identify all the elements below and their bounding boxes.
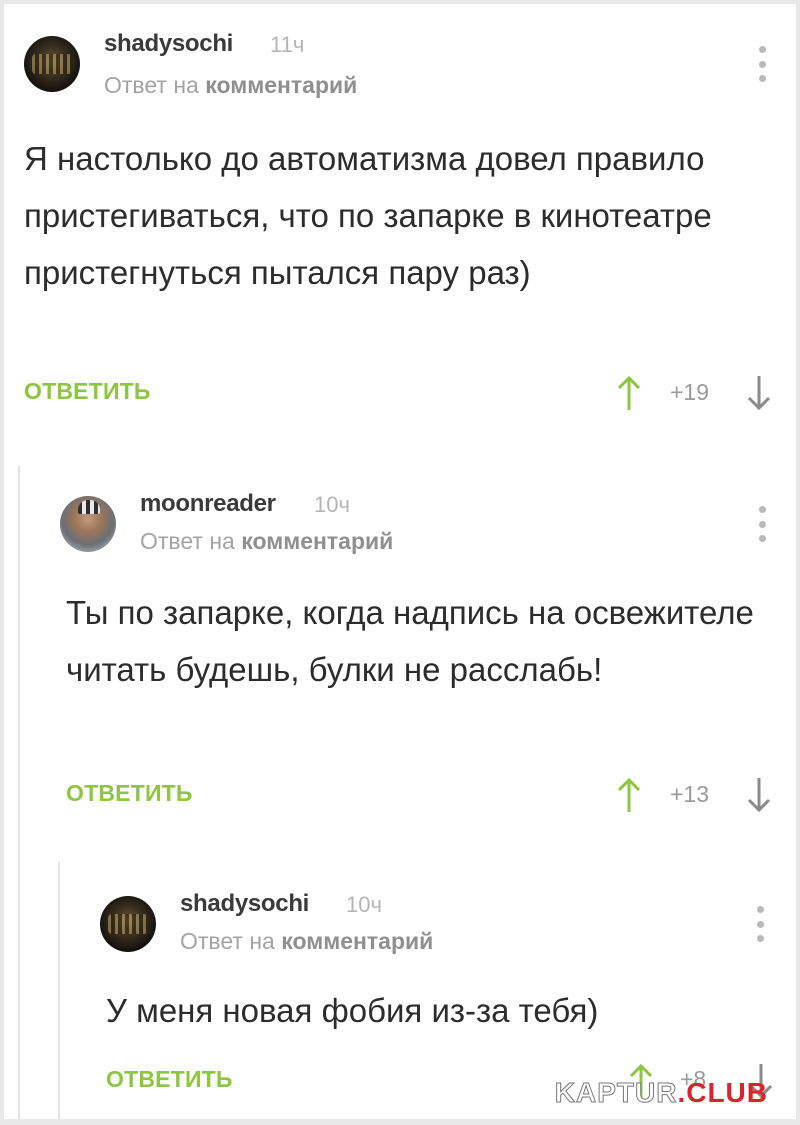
watermark-part-1: KAPTUR [554,1077,678,1109]
reply-button[interactable]: ОТВЕТИТЬ [24,378,151,405]
thread-line [18,466,20,1119]
watermark: KAPTUR.CLUB [554,1077,768,1109]
comment-time: 10ч [314,492,350,517]
comment-time: 11ч [270,32,305,57]
avatar[interactable] [60,496,116,552]
reply-button[interactable]: ОТВЕТИТЬ [66,780,193,807]
avatar[interactable] [24,36,80,92]
comment-time: 10ч [346,892,382,917]
reply-prefix: Ответ на [180,928,275,954]
comment-text: Ты по запарке, когда надпись на освежите… [66,594,754,688]
username[interactable]: shadysochi [180,890,309,918]
reply-target-link[interactable]: комментарий [281,928,433,954]
upvote-arrow-icon[interactable] [616,776,642,814]
reply-prefix: Ответ на [104,72,199,98]
upvote-arrow-icon[interactable] [616,374,642,412]
thread-line [58,862,60,1119]
reply-prefix: Ответ на [140,528,235,554]
downvote-arrow-icon[interactable] [746,776,772,814]
avatar[interactable] [100,896,156,952]
reply-target-link[interactable]: комментарий [241,528,393,554]
comment-thread: shadysochi 11ч Ответ на комментарий Я на… [4,4,796,1119]
reply-to-label: Ответ на комментарий [104,72,357,99]
reply-to-label: Ответ на комментарий [180,928,433,955]
vote-score: +13 [670,781,710,807]
reply-to-label: Ответ на комментарий [140,528,393,555]
comment-text: У меня новая фобия из-за тебя) [106,992,599,1029]
more-options-icon[interactable] [758,506,766,542]
username[interactable]: moonreader [140,490,276,518]
watermark-part-2: .CLUB [677,1077,768,1108]
reply-button[interactable]: ОТВЕТИТЬ [106,1066,233,1093]
reply-target-link[interactable]: комментарий [205,72,357,98]
vote-score: +19 [670,379,710,405]
more-options-icon[interactable] [756,906,764,942]
more-options-icon[interactable] [758,46,766,82]
comment-text: Я настолько до автоматизма довел правило… [24,140,712,291]
username[interactable]: shadysochi [104,30,233,58]
downvote-arrow-icon[interactable] [746,374,772,412]
